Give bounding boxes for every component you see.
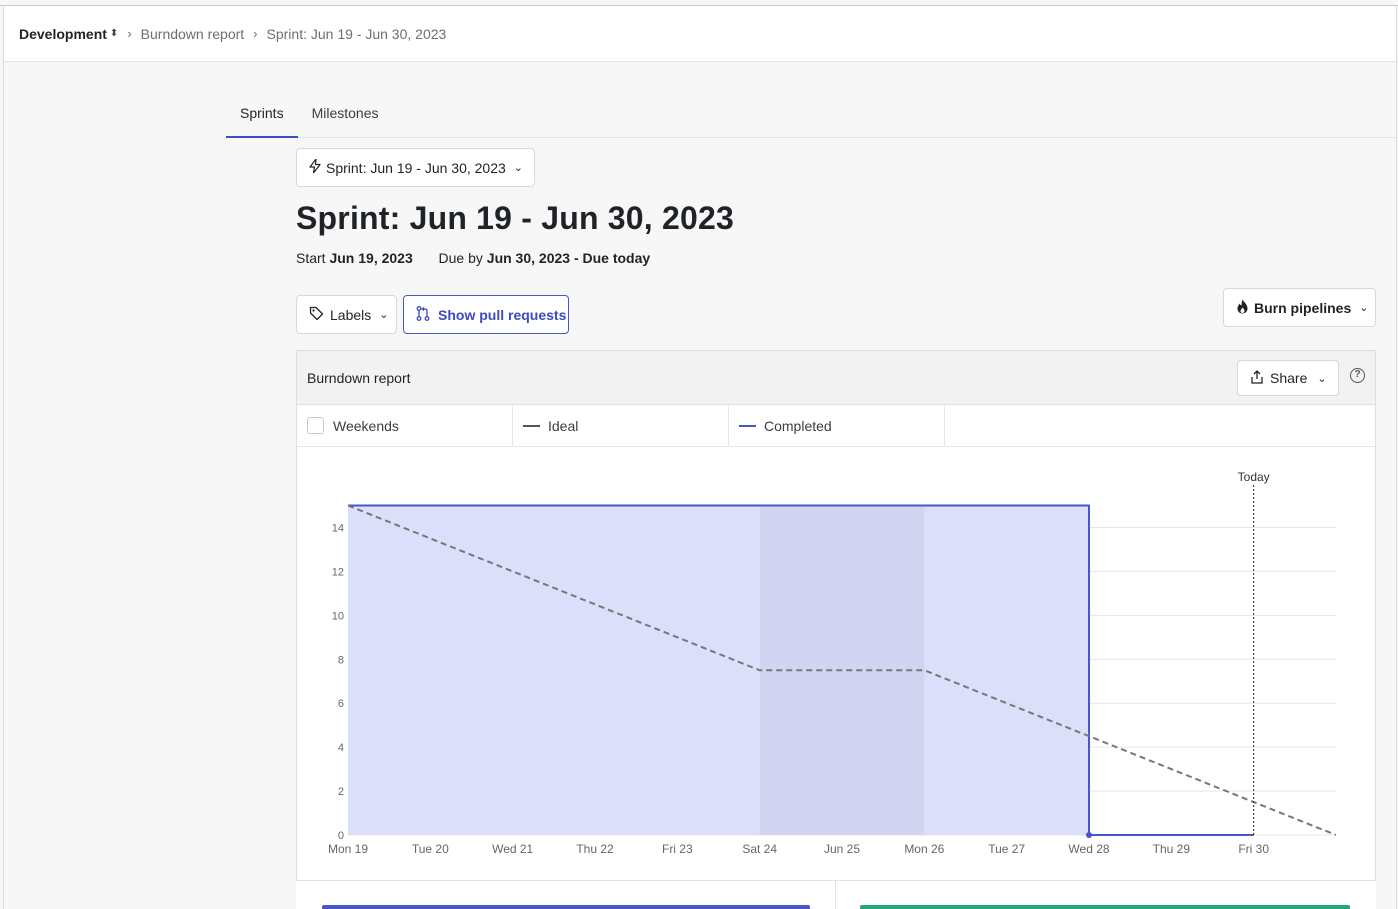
show-pull-requests-label: Show pull requests <box>438 306 567 323</box>
x-tick-label: Sat 24 <box>742 842 777 856</box>
sort-updown-icon[interactable]: ⬍ <box>110 28 118 39</box>
weekends-checkbox[interactable] <box>307 417 324 434</box>
chart-legend: Weekends Ideal Completed <box>297 405 1375 447</box>
ideal-line-swatch <box>523 424 540 427</box>
window-left-border <box>3 5 4 909</box>
chevron-right-icon: › <box>253 26 258 41</box>
y-tick-label: 2 <box>338 786 344 798</box>
breadcrumb-workspace[interactable]: Development <box>19 26 107 42</box>
x-tick-label: Wed 28 <box>1068 842 1109 856</box>
y-tick-label: 12 <box>332 566 344 578</box>
report-header: Burndown report Share ⌄ ? <box>297 351 1375 405</box>
y-tick-label: 4 <box>338 742 344 754</box>
x-tick-label: Jun 25 <box>824 842 860 856</box>
page-title: Sprint: Jun 19 - Jun 30, 2023 <box>296 200 734 236</box>
breadcrumb: Development ⬍ › Burndown report › Sprint… <box>4 6 1396 62</box>
burndown-chart: Today 0 2 4 6 8 10 12 14 Mon 19 Tue 20 Wed 21 Thu 22… <box>328 470 1337 856</box>
x-tick-label: Fri 23 <box>662 842 693 856</box>
help-icon[interactable]: ? <box>1350 368 1365 383</box>
sprint-selector[interactable]: Sprint: Jun 19 - Jun 30, 2023 ⌄ <box>296 148 535 187</box>
x-tick-label: Thu 22 <box>576 842 614 856</box>
y-tick-label: 6 <box>338 698 344 710</box>
chevron-right-icon: › <box>127 26 132 41</box>
y-tick-label: 8 <box>338 654 344 666</box>
x-tick-label: Tue 27 <box>988 842 1025 856</box>
breadcrumb-report[interactable]: Burndown report <box>141 26 245 42</box>
share-button-label: Share <box>1270 370 1308 386</box>
chevron-down-icon: ⌄ <box>1317 372 1327 385</box>
tab-sprints[interactable]: Sprints <box>226 92 298 138</box>
x-tick-label: Mon 26 <box>904 842 944 856</box>
summary-card-accent-blue <box>322 905 810 909</box>
chevron-down-icon: ⌄ <box>379 309 389 321</box>
show-pull-requests-button[interactable]: Show pull requests <box>403 295 569 334</box>
breadcrumb-sprint: Sprint: Jun 19 - Jun 30, 2023 <box>266 25 447 42</box>
labels-button-label: Labels <box>330 306 372 323</box>
x-tick-label: Thu 29 <box>1153 842 1191 856</box>
completed-line-swatch <box>739 424 756 427</box>
legend-ideal-label: Ideal <box>548 417 579 434</box>
sprint-dates: Start Jun 19, 2023 Due by Jun 30, 2023 -… <box>296 250 650 266</box>
x-tick-label: Mon 19 <box>328 842 368 856</box>
y-tick-label: 10 <box>332 610 344 622</box>
x-tick-label: Fri 30 <box>1238 842 1269 856</box>
start-label: Start <box>296 250 326 266</box>
lightning-icon <box>309 158 321 176</box>
chevron-down-icon: ⌄ <box>513 162 524 174</box>
y-tick-label: 14 <box>332 522 344 534</box>
report-title: Burndown report <box>307 369 411 386</box>
labels-button[interactable]: Labels ⌄ <box>296 295 397 334</box>
share-button[interactable]: Share ⌄ <box>1237 360 1339 396</box>
today-label: Today <box>1238 470 1270 484</box>
start-value: Jun 19, 2023 <box>329 250 413 266</box>
due-value: Jun 30, 2023 - Due today <box>486 250 651 266</box>
chevron-down-icon: ⌄ <box>1359 302 1369 314</box>
x-tick-label: Wed 21 <box>492 842 533 856</box>
fire-icon <box>1236 299 1249 317</box>
tab-milestones[interactable]: Milestones <box>298 92 393 138</box>
burndown-report-panel: Burndown report Share ⌄ ? Weekends Ideal… <box>296 350 1376 909</box>
due-label: Due by <box>438 250 483 266</box>
upload-icon <box>1250 369 1264 387</box>
summary-card-accent-green <box>860 905 1350 909</box>
legend-ideal[interactable]: Ideal <box>513 405 729 446</box>
pull-request-icon <box>416 305 430 324</box>
report-tabs: Sprints Milestones <box>226 92 1396 138</box>
legend-completed-label: Completed <box>764 417 832 434</box>
window-right-border <box>1396 5 1397 909</box>
tag-icon <box>309 306 324 324</box>
sprint-selector-label: Sprint: Jun 19 - Jun 30, 2023 <box>326 159 506 176</box>
x-tick-label: Tue 20 <box>412 842 449 856</box>
completed-point <box>1086 832 1092 838</box>
legend-weekends-label: Weekends <box>333 417 399 434</box>
legend-weekends[interactable]: Weekends <box>297 405 513 446</box>
burn-pipelines-label: Burn pipelines <box>1254 299 1352 316</box>
burn-pipelines-button[interactable]: Burn pipelines ⌄ <box>1223 288 1376 327</box>
legend-completed[interactable]: Completed <box>729 405 945 446</box>
y-tick-label: 0 <box>338 830 344 842</box>
